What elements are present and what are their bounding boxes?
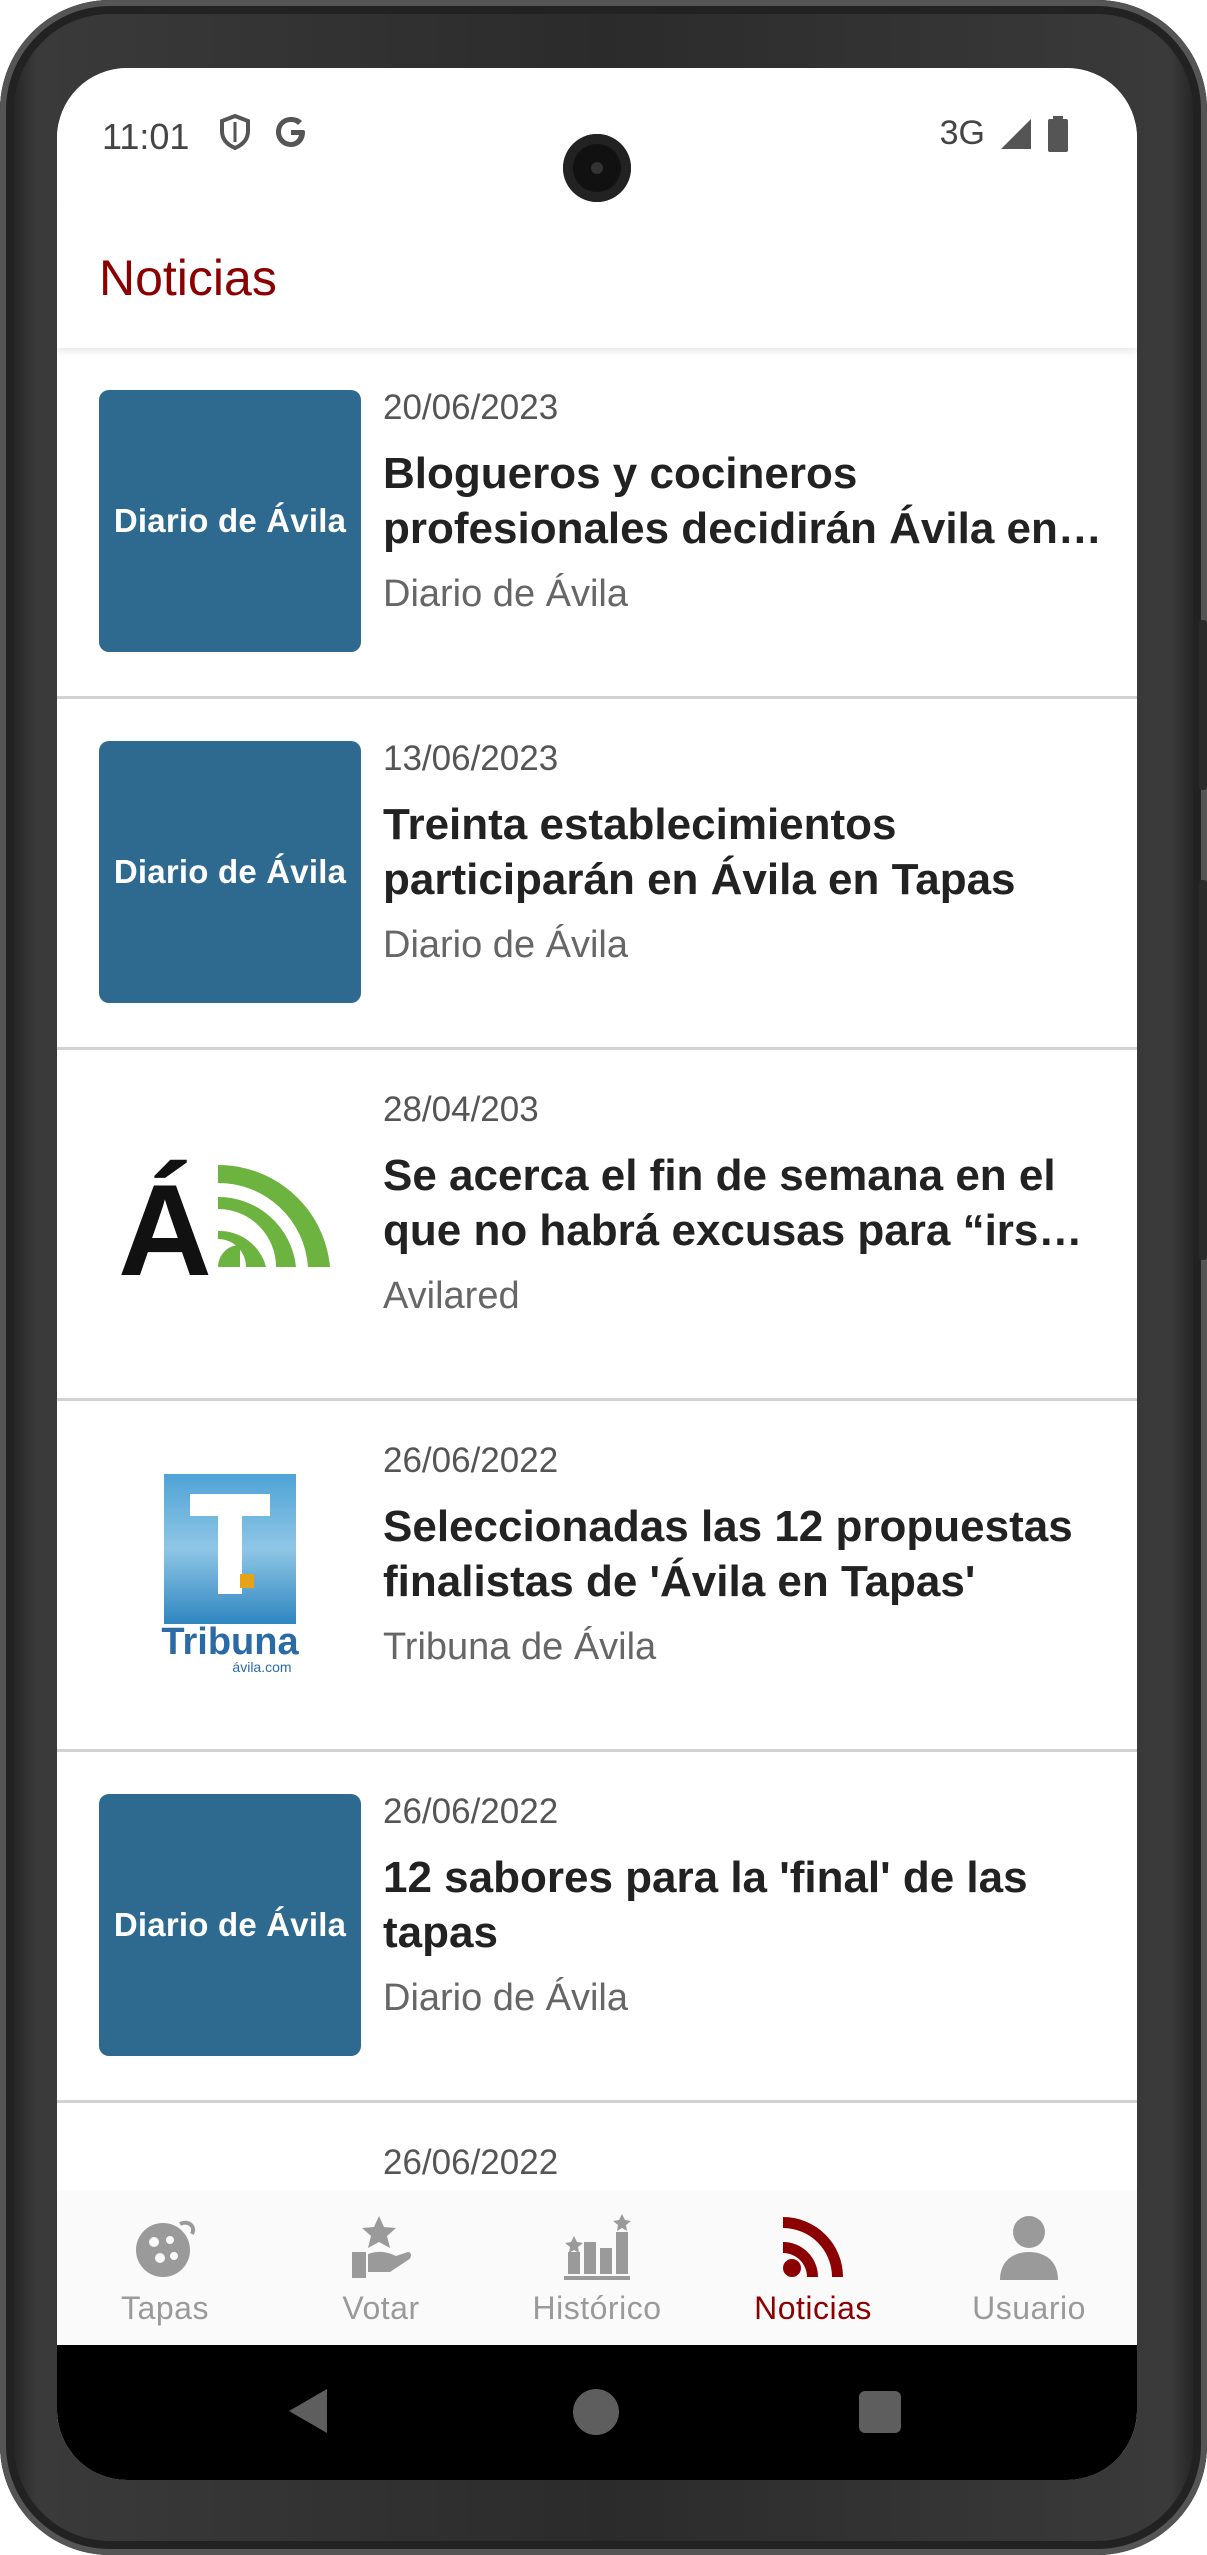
nav-label: Noticias (754, 2290, 872, 2326)
news-item[interactable]: Á 28/04/203 Se acerca el fin de semana e… (57, 1050, 1137, 1401)
system-navigation-bar (57, 2345, 1137, 2480)
status-time: 11:01 (102, 116, 190, 157)
screen: 11:01 3G Noticias Diario de Ávila 20/06/… (57, 68, 1137, 2480)
news-item[interactable]: Diario de Ávila 26/06/2022 12 sabores pa… (57, 1752, 1137, 2103)
rss-feed-icon (783, 2217, 843, 2277)
news-source: Diario de Ávila (383, 573, 628, 615)
nav-historico[interactable]: Histórico (489, 2190, 705, 2345)
svg-text:Tribuna: Tribuna (161, 1621, 299, 1663)
diario-de-avila-logo: Diario de Ávila (99, 1794, 361, 2056)
news-source: Tribuna de Ávila (383, 1626, 657, 1668)
nav-tapas[interactable]: Tapas (57, 2190, 273, 2345)
phone-frame: 11:01 3G Noticias Diario de Ávila 20/06/… (0, 0, 1207, 2555)
volume-button (1199, 880, 1207, 1260)
news-title: 12 sabores para la 'final' de las tapas (383, 1853, 1028, 1957)
nav-label: Usuario (972, 2290, 1086, 2326)
news-title: Blogueros y cocineros profesionales deci… (383, 449, 1058, 553)
recent-apps-icon[interactable] (859, 2391, 901, 2433)
news-title: Se acerca el fin de semana en el que no … (383, 1151, 1063, 1255)
home-icon[interactable] (573, 2389, 619, 2435)
news-date: 13/06/2023 (383, 739, 559, 778)
news-item[interactable]: Tribuna ávila.com 26/06/2022 Seleccionad… (57, 1401, 1137, 1752)
front-camera (563, 134, 631, 202)
news-item[interactable]: Diario de Ávila 13/06/2023 Treinta estab… (57, 699, 1137, 1050)
svg-text:ávila.com: ávila.com (232, 1659, 291, 1675)
back-icon[interactable] (289, 2389, 327, 2433)
bottom-nav: Tapas Votar Histórico Noticias Usuario (57, 2190, 1137, 2345)
news-source: Diario de Ávila (383, 1977, 628, 2019)
power-button (1199, 620, 1207, 790)
avilared-logo: Á (99, 1092, 361, 1354)
app-bar: Noticias (57, 203, 1137, 348)
news-date: 26/06/2022 (383, 2143, 559, 2182)
network-type: 3G (939, 114, 985, 152)
tapas-plate-icon (136, 2220, 195, 2277)
page-title: Noticias (99, 250, 277, 306)
history-bars-stars-icon (564, 2214, 631, 2280)
svg-text:Á: Á (118, 1157, 212, 1303)
shield-icon (220, 114, 250, 150)
news-list: Diario de Ávila 20/06/2023 Blogueros y c… (57, 348, 1137, 2454)
nav-label: Votar (342, 2290, 420, 2326)
signal-icon (1001, 118, 1031, 149)
nav-usuario[interactable]: Usuario (921, 2190, 1137, 2345)
news-date: 26/06/2022 (383, 1792, 559, 1831)
google-icon (276, 117, 305, 147)
diario-de-avila-logo: Diario de Ávila (99, 741, 361, 1003)
news-date: 28/04/203 (383, 1090, 539, 1129)
nav-votar[interactable]: Votar (273, 2190, 489, 2345)
nav-noticias[interactable]: Noticias (705, 2190, 921, 2345)
news-date: 26/06/2022 (383, 1441, 559, 1480)
tribuna-logo: Tribuna ávila.com (99, 1443, 361, 1705)
nav-label: Histórico (532, 2290, 662, 2326)
user-icon (1000, 2216, 1058, 2280)
news-title: Treinta establecimientos participarán en… (383, 800, 1016, 904)
news-item[interactable]: Diario de Ávila 20/06/2023 Blogueros y c… (57, 348, 1137, 699)
battery-icon (1048, 115, 1068, 152)
news-source: Avilared (383, 1275, 520, 1317)
news-source: Diario de Ávila (383, 924, 628, 966)
news-date: 20/06/2023 (383, 388, 559, 427)
vote-hand-star-icon (352, 2216, 411, 2278)
diario-de-avila-logo: Diario de Ávila (99, 390, 361, 652)
news-title: Seleccionadas las 12 propuestas finalist… (383, 1502, 1073, 1606)
nav-label: Tapas (121, 2290, 209, 2326)
